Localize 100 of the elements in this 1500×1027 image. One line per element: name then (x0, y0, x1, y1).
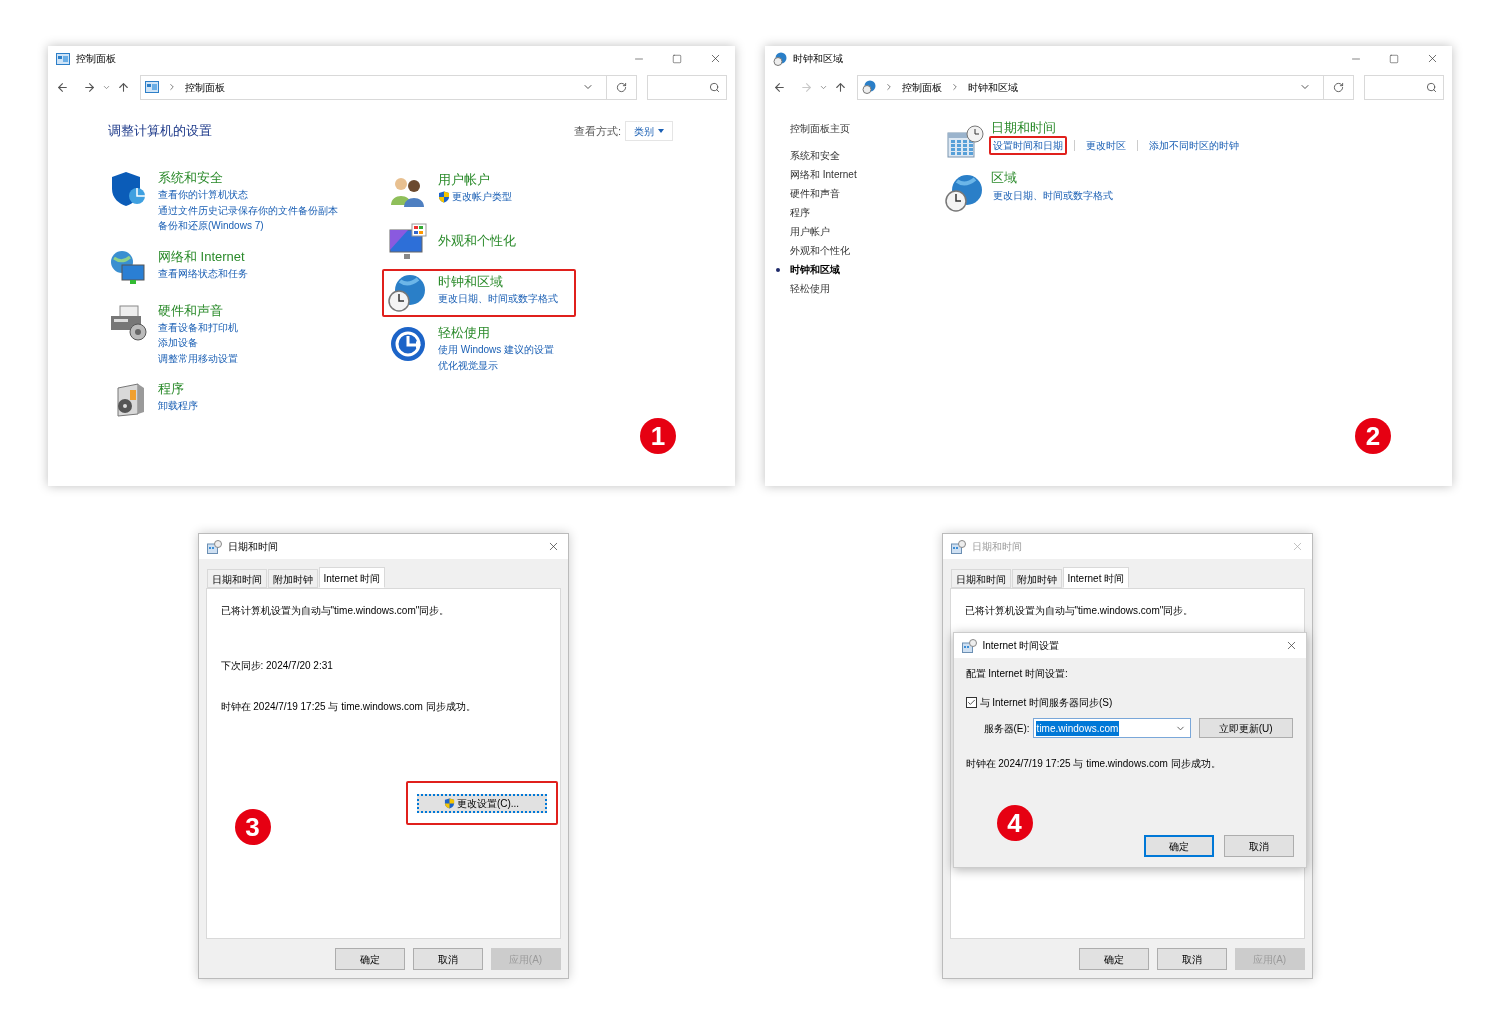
up-icon[interactable] (834, 80, 847, 94)
category-link[interactable]: 卸载程序 (158, 398, 198, 414)
step-number: 2 (1355, 418, 1391, 454)
search-icon (1426, 81, 1437, 93)
tab[interactable]: 附加时钟 (267, 569, 318, 588)
category-link[interactable]: 更改帐户类型 (452, 189, 512, 205)
close-icon[interactable] (709, 52, 722, 65)
dialog-button[interactable]: 取消 (1156, 948, 1227, 970)
category-title[interactable]: 外观和个性化 (438, 232, 516, 250)
forward-icon[interactable] (83, 80, 96, 94)
category-link[interactable]: 查看设备和打印机 (158, 319, 238, 335)
category-link[interactable]: 调整常用移动设置 (158, 350, 238, 366)
page-heading: 调整计算机的设置 (108, 122, 212, 141)
tab[interactable]: 日期和时间 (950, 569, 1011, 588)
chevron-icon (884, 82, 894, 92)
chevron-icon (167, 82, 177, 92)
category-title[interactable]: 时钟和区域 (438, 273, 558, 291)
section-link[interactable]: 更改日期、时间或数字格式 (989, 186, 1117, 205)
sync-checkbox[interactable] (965, 697, 977, 708)
back-icon[interactable] (773, 80, 786, 94)
window-title: 控制面板 (76, 52, 116, 66)
shield-icon (443, 797, 455, 809)
close-icon[interactable] (1426, 52, 1439, 65)
sidebar-link[interactable]: 外观和个性化 (790, 243, 850, 258)
caret-icon (658, 129, 664, 133)
calendar-icon (206, 539, 222, 554)
breadcrumb-item[interactable]: 控制面板 (185, 79, 225, 95)
sidebar-link[interactable]: 硬件和声音 (790, 186, 840, 201)
breadcrumb-item[interactable]: 时钟和区域 (968, 79, 1018, 95)
category-link[interactable]: 更改日期、时间或数字格式 (438, 291, 558, 307)
back-icon[interactable] (56, 80, 69, 94)
dialog-title: Internet 时间设置 (982, 639, 1060, 653)
status-text: 已将计算机设置为自动与"time.windows.com"同步。 (220, 604, 451, 618)
category-link[interactable]: 查看网络状态和任务 (158, 265, 248, 281)
status-text: 时钟在 2024/7/19 17:25 与 time.windows.com 同步成功。 (965, 757, 1222, 771)
dialog-button[interactable]: 取消 (412, 948, 483, 970)
category-title[interactable]: 程序 (158, 380, 198, 398)
section-link[interactable]: 添加不同时区的时钟 (1145, 136, 1243, 155)
status-text: 时钟在 2024/7/19 17:25 与 time.windows.com 同步成功。 (220, 700, 477, 714)
category-title[interactable]: 网络和 Internet (158, 247, 248, 266)
calendar-icon (950, 539, 966, 554)
sidebar-link[interactable]: 程序 (790, 205, 810, 220)
category-link[interactable]: 优化视觉显示 (438, 357, 498, 373)
maximize-icon[interactable] (1389, 53, 1399, 64)
shield-icon (438, 190, 450, 203)
breadcrumb-item[interactable]: 控制面板 (902, 79, 942, 95)
dialog-button[interactable]: 确定 (334, 948, 405, 970)
category-title[interactable]: 轻松使用 (438, 324, 555, 342)
sidebar-link[interactable]: 控制面板主页 (790, 121, 850, 136)
dialog-button[interactable]: 确定 (1143, 835, 1214, 857)
address-bar[interactable]: 控制面板 时钟和区域 (857, 74, 1354, 100)
globe-clock-icon (388, 273, 428, 313)
category-title[interactable]: 系统和安全 (158, 169, 338, 187)
server-label: 服务器(E): (983, 721, 1030, 736)
chevron-icon (950, 82, 960, 92)
tab[interactable]: 附加时钟 (1011, 569, 1062, 588)
step-number: 3 (234, 809, 271, 845)
tab[interactable]: 日期和时间 (206, 569, 267, 588)
sidebar-link[interactable]: 轻松使用 (790, 281, 830, 296)
up-icon[interactable] (117, 80, 130, 94)
section-title[interactable]: 区域 (989, 169, 1117, 186)
section-link[interactable]: 设置时间和日期 (989, 136, 1067, 155)
sidebar-link[interactable]: 系统和安全 (790, 148, 840, 163)
status-text: 下次同步: 2024/7/20 2:31 (220, 659, 334, 673)
sidebar-link[interactable]: 用户帐户 (790, 224, 830, 239)
intro-text: 配置 Internet 时间设置: (965, 667, 1069, 681)
control-panel-icon (56, 52, 70, 65)
tab[interactable]: Internet 时间 (318, 567, 386, 588)
server-value: time.windows.com (1035, 720, 1120, 736)
view-dropdown[interactable]: 类别 (625, 121, 673, 141)
category-title[interactable]: 用户帐户 (438, 171, 512, 189)
dialog-button[interactable]: 取消 (1223, 835, 1294, 857)
tab[interactable]: Internet 时间 (1062, 567, 1130, 588)
category-link[interactable]: 备份和还原(Windows 7) (158, 218, 264, 234)
server-combobox[interactable]: time.windows.com (1032, 718, 1191, 738)
update-now-button[interactable]: 立即更新(U) (1198, 718, 1293, 738)
category-title[interactable]: 硬件和声音 (158, 301, 238, 320)
sidebar-link[interactable]: 网络和 Internet (790, 167, 857, 182)
globe-clock-icon (862, 80, 876, 94)
checkbox-label: 与 Internet 时间服务器同步(S) (979, 696, 1113, 710)
category-link[interactable]: 查看你的计算机状态 (158, 187, 248, 203)
change-settings-button[interactable]: 更改设置(C)... (416, 793, 547, 813)
maximize-icon[interactable] (672, 53, 682, 64)
refresh-icon (1333, 81, 1344, 93)
category-link[interactable]: 添加设备 (158, 335, 198, 351)
address-bar[interactable]: 控制面板 (140, 74, 637, 100)
category-link[interactable]: 使用 Windows 建议的设置 (438, 342, 555, 358)
status-text: 已将计算机设置为自动与"time.windows.com"同步。 (964, 604, 1195, 618)
window-title: 日期和时间 (227, 540, 278, 554)
refresh-icon (616, 81, 627, 93)
window-title: 时钟和区域 (793, 52, 843, 66)
section-title[interactable]: 日期和时间 (989, 119, 1243, 136)
section-link[interactable]: 更改时区 (1082, 136, 1130, 155)
search-field[interactable] (1364, 74, 1444, 100)
globe-clock-icon (945, 173, 985, 213)
dialog-button[interactable]: 确定 (1078, 948, 1149, 970)
search-field[interactable] (647, 74, 727, 100)
step-number: 1 (640, 418, 676, 454)
category-link[interactable]: 通过文件历史记录保存你的文件备份副本 (158, 202, 338, 218)
sidebar-link[interactable]: 时钟和区域 (790, 262, 840, 277)
